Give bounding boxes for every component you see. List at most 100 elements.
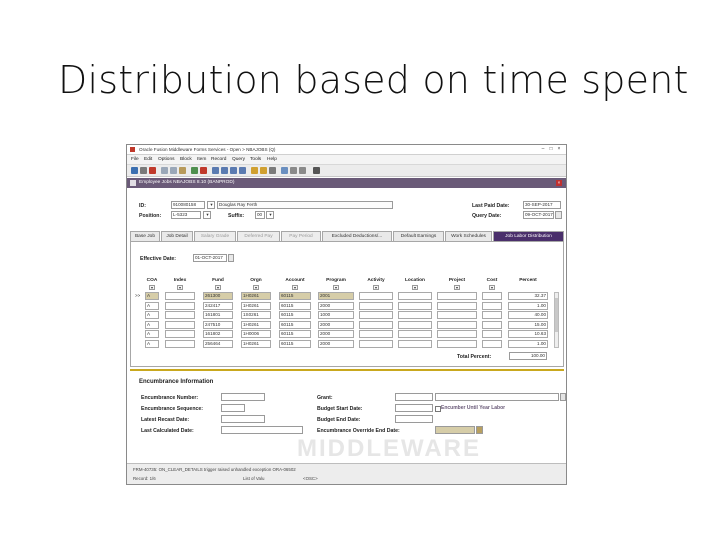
budget-start-date-field[interactable] xyxy=(395,404,433,412)
menu-file[interactable]: File xyxy=(131,157,139,162)
position-field[interactable]: L-5323 xyxy=(171,211,201,219)
grid-cell-coa[interactable]: A xyxy=(145,330,159,338)
grid-cell-location[interactable] xyxy=(398,301,432,310)
grid-cell-project[interactable] xyxy=(437,292,477,300)
grid-cell-orgn[interactable]: 1H0006 xyxy=(241,330,271,338)
remove-record-icon[interactable] xyxy=(200,167,207,174)
menu-edit[interactable]: Edit xyxy=(144,157,152,162)
grid-cell-cost[interactable] xyxy=(482,339,502,348)
grid-cell-coa[interactable]: A xyxy=(145,301,159,310)
grid-cell-cost[interactable] xyxy=(482,301,502,310)
grid-cell-coa[interactable]: A xyxy=(145,292,159,300)
menu-block[interactable]: Block xyxy=(180,157,192,162)
tab-excluded-deductions[interactable]: Excluded Deductions/... xyxy=(322,231,392,241)
grid-cell-orgn[interactable]: 1H0261 xyxy=(241,339,271,348)
grid-cell-index[interactable] xyxy=(165,320,195,329)
grid-cell-percent[interactable]: 1.00 xyxy=(508,339,548,348)
print-icon[interactable] xyxy=(140,167,147,174)
encumbrance-sequence-field[interactable] xyxy=(221,404,245,412)
tab-work-schedules[interactable]: Work Schedules xyxy=(445,231,492,241)
grid-cell-cost[interactable] xyxy=(482,292,502,300)
menu-options[interactable]: Options xyxy=(158,157,175,162)
fund-lookup-icon[interactable] xyxy=(215,285,221,290)
grid-cell-coa[interactable]: A xyxy=(145,320,159,329)
tab-job-detail[interactable]: Job Detail xyxy=(161,231,193,241)
grid-cell-orgn[interactable]: 1H0261 xyxy=(241,320,271,329)
tab-salary-grade[interactable]: Salary Grade xyxy=(194,231,236,241)
project-lookup-icon[interactable] xyxy=(454,285,460,290)
grid-cell-percent[interactable]: 15.00 xyxy=(508,320,548,329)
grid-cell-project[interactable] xyxy=(437,301,477,310)
grid-cell-project[interactable] xyxy=(437,320,477,329)
grid-cell-cost[interactable] xyxy=(482,311,502,319)
account-lookup-icon[interactable] xyxy=(292,285,298,290)
menu-item[interactable]: Item xyxy=(197,157,206,162)
grid-cell-orgn[interactable]: 1S0261 xyxy=(241,311,271,319)
menu-record[interactable]: Record xyxy=(211,157,226,162)
cut-icon[interactable] xyxy=(161,167,168,174)
help-icon[interactable] xyxy=(281,167,288,174)
lov-icon[interactable] xyxy=(290,167,297,174)
activity-lookup-icon[interactable] xyxy=(373,285,379,290)
grid-cell-account[interactable]: 60115 xyxy=(279,311,311,319)
tab-deferred-pay[interactable]: Deferred Pay xyxy=(237,231,280,241)
tab-default-earnings[interactable]: Default Earnings xyxy=(393,231,444,241)
grid-cell-account[interactable]: 60115 xyxy=(279,339,311,348)
grid-cell-location[interactable] xyxy=(398,292,432,300)
minimize-icon[interactable]: – xyxy=(540,146,546,152)
suffix-search-button[interactable]: ▾ xyxy=(266,211,274,219)
id-field[interactable]: 910080158 xyxy=(171,201,205,209)
grid-cell-fund[interactable]: 161802 xyxy=(203,330,233,338)
grid-cell-fund[interactable]: 161801 xyxy=(203,311,233,319)
grid-cell-orgn[interactable]: 1H0261 xyxy=(241,292,271,300)
previous-record-icon[interactable] xyxy=(221,167,228,174)
grid-cell-project[interactable] xyxy=(437,330,477,338)
grid-cell-index[interactable] xyxy=(165,339,195,348)
menu-tools[interactable]: Tools xyxy=(250,157,261,162)
grid-cell-account[interactable]: 60115 xyxy=(279,292,311,300)
index-lookup-icon[interactable] xyxy=(177,285,183,290)
grid-cell-percent[interactable]: 40.00 xyxy=(508,311,548,319)
grid-cell-coa[interactable]: A xyxy=(145,311,159,319)
budget-end-date-field[interactable] xyxy=(395,415,433,423)
grid-cell-fund[interactable]: 247510 xyxy=(203,320,233,329)
position-search-button[interactable]: ▾ xyxy=(203,211,211,219)
grid-cell-cost[interactable] xyxy=(482,330,502,338)
grid-cell-percent[interactable]: 1.00 xyxy=(508,301,548,310)
execute-query-icon[interactable] xyxy=(260,167,267,174)
grid-cell-percent[interactable]: 32.37 xyxy=(508,292,548,300)
program-lookup-icon[interactable] xyxy=(333,285,339,290)
grid-cell-index[interactable] xyxy=(165,301,195,310)
next-record-icon[interactable] xyxy=(230,167,237,174)
grid-cell-location[interactable] xyxy=(398,320,432,329)
grant-field[interactable] xyxy=(395,393,433,401)
latest-recast-date-field[interactable] xyxy=(221,415,265,423)
copy-icon[interactable] xyxy=(170,167,177,174)
grid-cell-project[interactable] xyxy=(437,339,477,348)
previous-block-icon[interactable] xyxy=(212,167,219,174)
maximize-icon[interactable]: □ xyxy=(548,146,554,152)
query-icon[interactable] xyxy=(251,167,258,174)
paste-icon[interactable] xyxy=(179,167,186,174)
effective-date-field[interactable]: 01-OCT-2017 xyxy=(193,254,227,262)
grid-cell-account[interactable]: 60115 xyxy=(279,320,311,329)
grid-cell-program[interactable]: 2000 xyxy=(318,301,354,310)
grid-cell-activity[interactable] xyxy=(359,301,393,310)
suffix-field[interactable]: 00 xyxy=(255,211,265,219)
exit-icon[interactable] xyxy=(149,167,156,174)
override-date-calendar-icon[interactable] xyxy=(476,426,483,434)
grid-cell-fund[interactable]: 256464 xyxy=(203,339,233,348)
grid-cell-program[interactable]: 1000 xyxy=(318,311,354,319)
effective-date-calendar-icon[interactable] xyxy=(228,254,234,262)
query-date-field[interactable]: 09-OCT-2017 xyxy=(523,211,554,219)
encumbrance-override-end-date-field[interactable] xyxy=(435,426,475,434)
grid-cell-location[interactable] xyxy=(398,311,432,319)
grid-scrollbar-thumb[interactable] xyxy=(555,298,558,332)
query-date-calendar-icon[interactable] xyxy=(555,211,562,219)
grid-cell-fund[interactable]: 242417 xyxy=(203,301,233,310)
grid-cell-activity[interactable] xyxy=(359,292,393,300)
cancel-query-icon[interactable] xyxy=(269,167,276,174)
grid-scrollbar[interactable] xyxy=(554,292,559,348)
insert-record-icon[interactable] xyxy=(191,167,198,174)
calendar-icon[interactable] xyxy=(299,167,306,174)
